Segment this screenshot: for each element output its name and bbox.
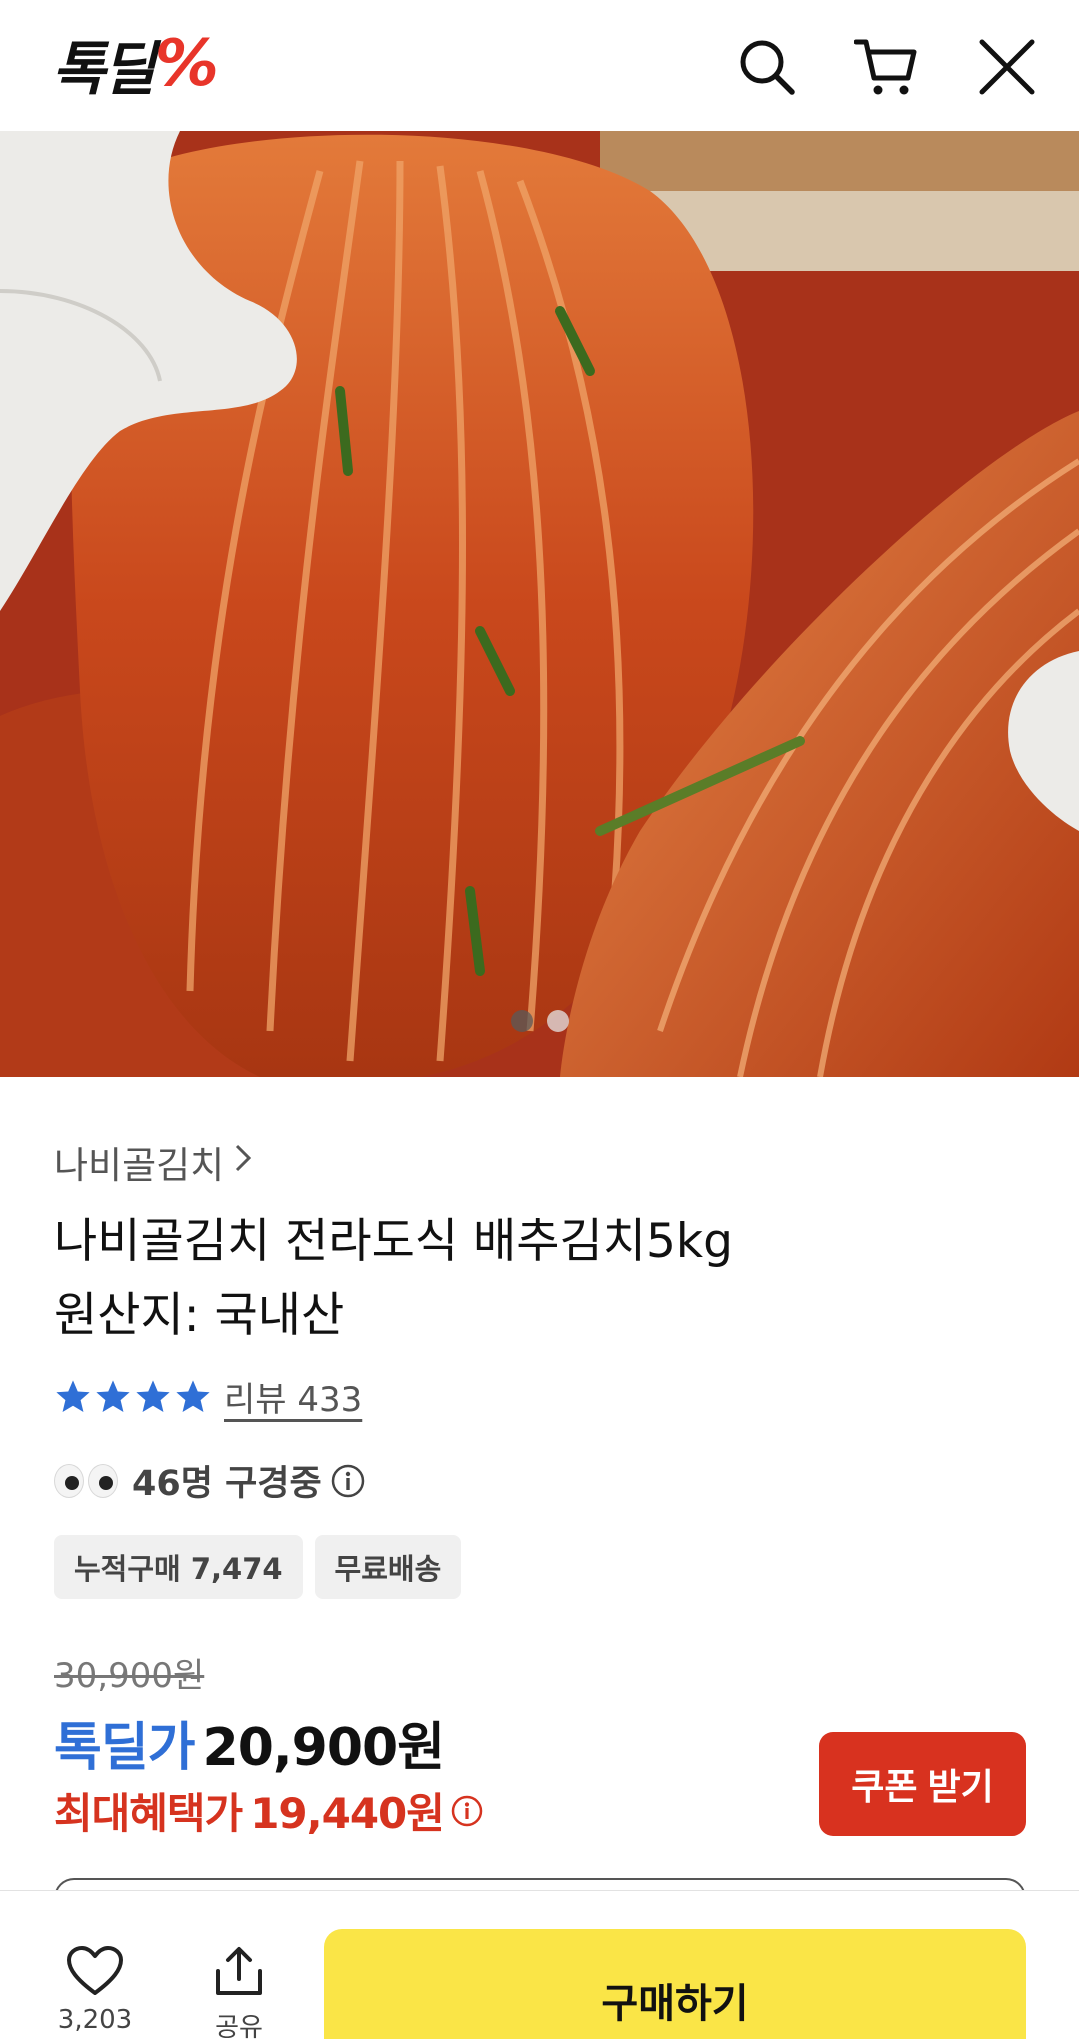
search-icon[interactable] xyxy=(732,32,802,102)
star-icon xyxy=(56,1379,90,1412)
star-icon xyxy=(176,1379,210,1412)
rating-row: 리뷰 433 xyxy=(54,1372,362,1421)
free-shipping-chip: 무료배송 xyxy=(314,1535,462,1599)
max-benefit-row: 최대혜택가 19,440원 xyxy=(54,1780,484,1841)
talkdeal-logo[interactable]: 톡딜 % xyxy=(52,27,219,103)
chevron-right-icon xyxy=(234,1142,252,1182)
coupon-button[interactable]: 쿠폰 받기 xyxy=(819,1732,1026,1836)
info-icon[interactable] xyxy=(330,1463,366,1499)
carousel-indicator xyxy=(0,1010,1079,1032)
product-title-line1: 나비골김치 전라도식 배추김치5kg xyxy=(54,1214,733,1269)
product-image-carousel[interactable] xyxy=(0,131,1079,1077)
kimchi-photo xyxy=(0,131,1079,1077)
close-icon[interactable] xyxy=(972,32,1042,102)
max-benefit-price: 19,440원 xyxy=(250,1789,445,1838)
app-header: 톡딜 % xyxy=(0,0,1079,131)
viewers-count: 46명 구경중 xyxy=(132,1464,322,1504)
rating-stars xyxy=(54,1378,212,1416)
sale-label: 톡딜가 xyxy=(54,1718,196,1778)
product-title: 나비골김치 전라도식 배추김치5kg 원산지: 국내산 xyxy=(54,1205,1014,1353)
logo-percent-mark: % xyxy=(154,27,219,101)
carousel-dot-active[interactable] xyxy=(510,1010,533,1032)
like-count: 3,203 xyxy=(57,2005,133,2035)
carousel-dot[interactable] xyxy=(546,1010,569,1032)
share-icon xyxy=(216,1947,262,1995)
review-link[interactable]: 리뷰 433 xyxy=(224,1372,362,1421)
info-icon[interactable] xyxy=(450,1794,484,1828)
cart-icon[interactable] xyxy=(852,32,922,102)
product-chips: 누적구매 7,474 무료배송 xyxy=(54,1535,462,1599)
max-benefit-label: 최대혜택가 xyxy=(54,1789,243,1838)
sale-price-row: 톡딜가 20,900원 xyxy=(54,1705,446,1780)
buy-button[interactable]: 구매하기 xyxy=(324,1929,1026,2039)
purchase-count-chip: 누적구매 7,474 xyxy=(54,1535,303,1599)
original-price: 30,900원 xyxy=(54,1656,205,1696)
viewers-row: 46명 구경중 xyxy=(54,1455,366,1506)
logo-text: 톡딜 xyxy=(52,35,156,103)
star-icon xyxy=(136,1379,170,1412)
star-icon xyxy=(96,1379,130,1412)
share-button[interactable]: 공유 xyxy=(194,1945,284,2039)
like-button[interactable]: 3,203 xyxy=(50,1945,140,2035)
brand-link[interactable]: 나비골김치 xyxy=(54,1135,252,1189)
bottom-action-bar: 3,203 공유 구매하기 xyxy=(0,1890,1079,2039)
brand-name: 나비골김치 xyxy=(54,1144,225,1187)
heart-icon xyxy=(67,1946,123,1995)
eyes-icon xyxy=(54,1463,118,1498)
share-label: 공유 xyxy=(215,2013,263,2039)
sale-price: 20,900원 xyxy=(202,1718,446,1778)
product-origin: 원산지: 국내산 xyxy=(54,1288,345,1343)
